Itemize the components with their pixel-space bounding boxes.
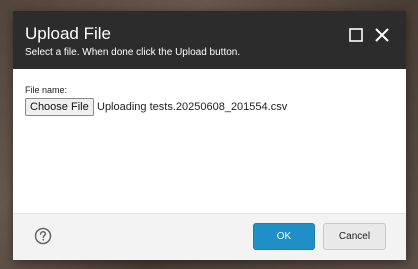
upload-file-dialog: Upload File Select a file. When done cli… [13, 11, 406, 260]
dialog-body: File name: Choose File Uploading tests.2… [13, 69, 406, 213]
cancel-button[interactable]: Cancel [323, 223, 386, 250]
question-circle-icon [34, 227, 52, 245]
help-button[interactable] [34, 227, 52, 245]
file-name-label: File name: [25, 85, 68, 95]
ok-button[interactable]: OK [253, 223, 315, 250]
upload-status-text: Uploading tests.20250608_201554.csv [97, 101, 288, 113]
maximize-icon [349, 28, 363, 42]
close-icon [375, 28, 389, 42]
dialog-subtitle: Select a file. When done click the Uploa… [25, 47, 241, 58]
dialog-header: Upload File Select a file. When done cli… [13, 11, 406, 69]
dialog-footer: OK Cancel [13, 213, 406, 260]
dialog-title: Upload File [25, 24, 111, 43]
close-button[interactable] [373, 26, 391, 44]
maximize-button[interactable] [347, 26, 365, 44]
choose-file-button[interactable]: Choose File [25, 98, 94, 116]
